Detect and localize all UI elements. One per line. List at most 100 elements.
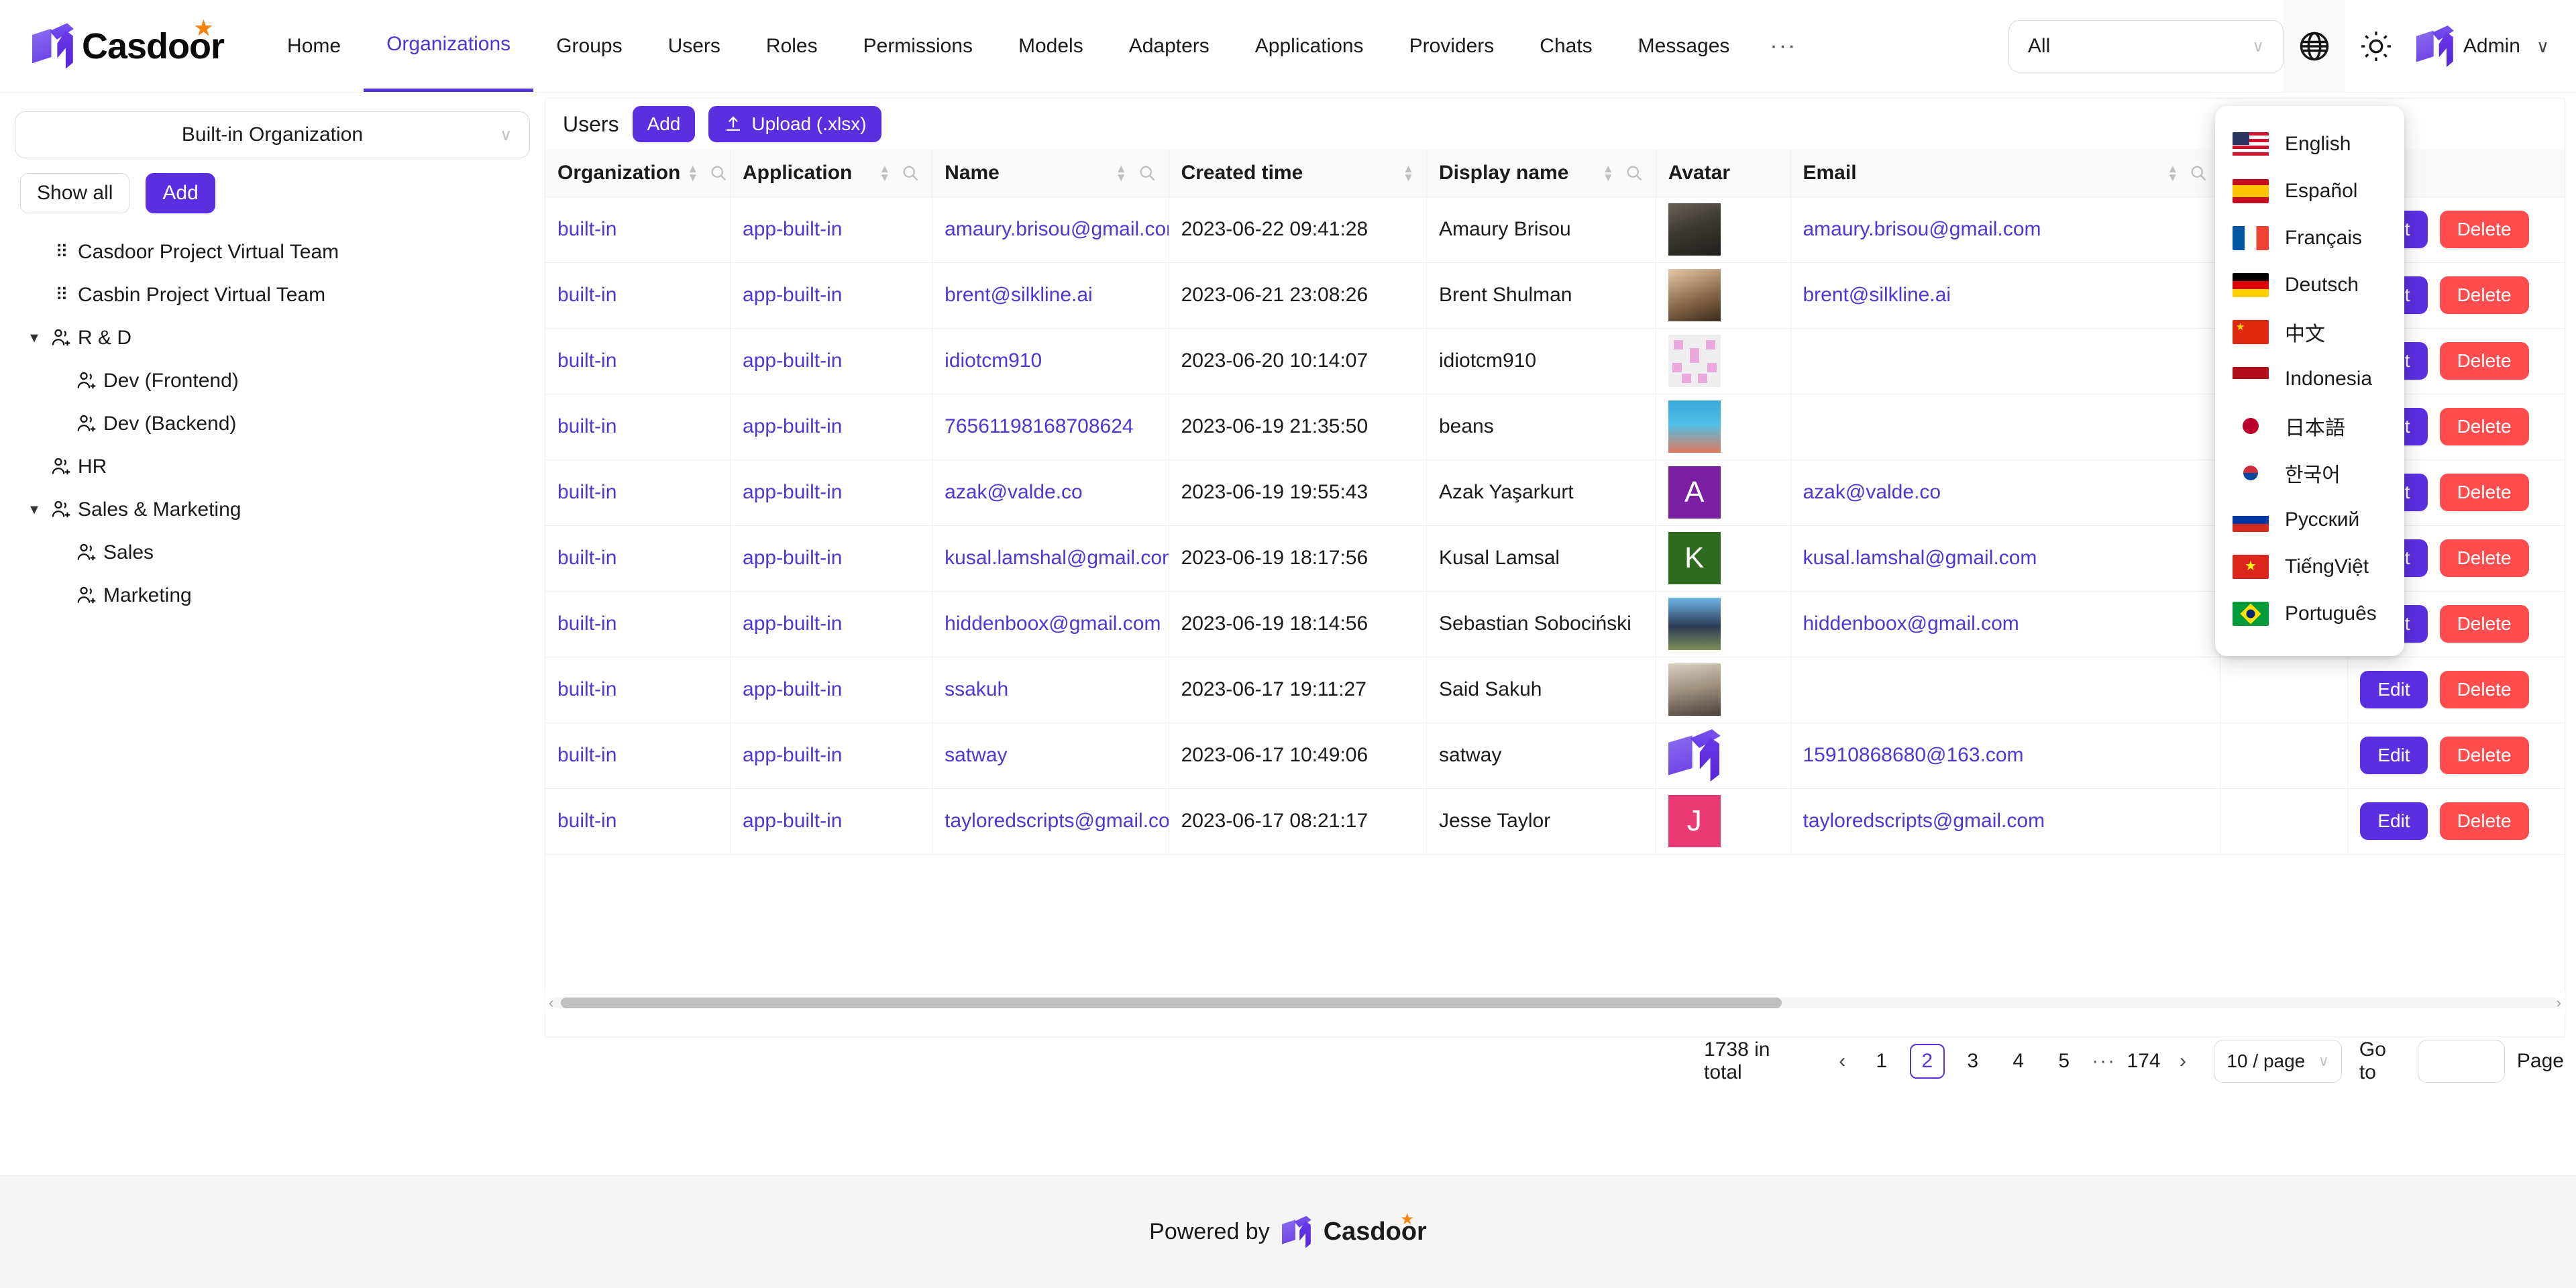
email-link[interactable]: kusal.lamshal@gmail.com bbox=[1803, 547, 2037, 569]
email-link[interactable]: hiddenboox@gmail.com bbox=[1803, 612, 2019, 635]
search-icon[interactable] bbox=[709, 164, 728, 182]
delete-button[interactable]: Delete bbox=[2439, 276, 2529, 314]
search-icon[interactable] bbox=[1625, 164, 1644, 182]
nav-item-providers[interactable]: Providers bbox=[1387, 1, 1517, 92]
user-name-link[interactable]: idiotcm910 bbox=[945, 350, 1042, 372]
organization-link[interactable]: built-in bbox=[557, 810, 616, 832]
user-name-link[interactable]: kusal.lamshal@gmail.com bbox=[945, 547, 1168, 569]
nav-item-messages[interactable]: Messages bbox=[1615, 1, 1753, 92]
column-header-avatar[interactable]: Avatar bbox=[1656, 150, 1791, 197]
delete-button[interactable]: Delete bbox=[2439, 605, 2529, 643]
delete-button[interactable]: Delete bbox=[2439, 802, 2529, 840]
nav-item-groups[interactable]: Groups bbox=[533, 1, 645, 92]
nav-overflow-button[interactable]: ··· bbox=[1752, 1, 1814, 92]
search-icon[interactable] bbox=[1138, 164, 1157, 182]
application-link[interactable]: app-built-in bbox=[743, 284, 842, 306]
application-link[interactable]: app-built-in bbox=[743, 810, 842, 832]
organization-link[interactable]: built-in bbox=[557, 612, 616, 635]
pagination-page-3[interactable]: 3 bbox=[1955, 1044, 1990, 1079]
delete-button[interactable]: Delete bbox=[2439, 737, 2529, 774]
language-menu-item[interactable]: 日本語 bbox=[2215, 402, 2404, 449]
language-menu-item[interactable]: 中文 bbox=[2215, 309, 2404, 356]
theme-toggle-button[interactable] bbox=[2345, 0, 2407, 93]
language-menu-item[interactable]: TiếngViệt bbox=[2215, 543, 2404, 590]
pagination-last-page[interactable]: 174 bbox=[2127, 1044, 2161, 1079]
organization-link[interactable]: built-in bbox=[557, 350, 616, 372]
application-link[interactable]: app-built-in bbox=[743, 547, 842, 569]
edit-button[interactable]: Edit bbox=[2360, 671, 2428, 708]
pagination-page-4[interactable]: 4 bbox=[2001, 1044, 2036, 1079]
language-menu-item[interactable]: 한국어 bbox=[2215, 449, 2404, 496]
email-link[interactable]: 15910868680@163.com bbox=[1803, 744, 2024, 766]
group-tree-item[interactable]: ▼HR bbox=[15, 445, 530, 488]
delete-button[interactable]: Delete bbox=[2439, 211, 2529, 248]
tree-expander-icon[interactable]: ▼ bbox=[21, 502, 47, 518]
edit-button[interactable]: Edit bbox=[2360, 802, 2428, 840]
user-name-link[interactable]: amaury.brisou@gmail.com bbox=[945, 218, 1168, 240]
organization-link[interactable]: built-in bbox=[557, 744, 616, 766]
sort-toggle-icon[interactable]: ▲▼ bbox=[1116, 163, 1127, 183]
language-menu-item[interactable]: Deutsch bbox=[2215, 262, 2404, 309]
table-horizontal-scrollbar[interactable]: ‹ › bbox=[545, 991, 2565, 1014]
user-name-link[interactable]: ssakuh bbox=[945, 678, 1008, 700]
organization-link[interactable]: built-in bbox=[557, 284, 616, 306]
group-tree-item[interactable]: ▼ R & D bbox=[15, 317, 530, 360]
scroll-right-arrow-icon[interactable]: › bbox=[2557, 994, 2561, 1012]
application-link[interactable]: app-built-in bbox=[743, 481, 842, 503]
nav-item-organizations[interactable]: Organizations bbox=[364, 1, 534, 92]
column-header-created-time[interactable]: Created time ▲ ▼ bbox=[1169, 150, 1428, 197]
group-tree-item[interactable]: ▼⠿Casbin Project Virtual Team bbox=[15, 274, 530, 317]
user-name-link[interactable]: tayloredscripts@gmail.com bbox=[945, 810, 1168, 832]
application-link[interactable]: app-built-in bbox=[743, 218, 842, 240]
pagination-ellipsis[interactable]: ··· bbox=[2087, 1050, 2121, 1073]
language-menu-item[interactable]: Русский bbox=[2215, 496, 2404, 543]
email-link[interactable]: brent@silkline.ai bbox=[1803, 284, 1951, 306]
sort-toggle-icon[interactable]: ▲▼ bbox=[1403, 163, 1414, 183]
language-menu-item[interactable]: Español bbox=[2215, 168, 2404, 215]
delete-button[interactable]: Delete bbox=[2439, 474, 2529, 511]
nav-item-permissions[interactable]: Permissions bbox=[841, 1, 996, 92]
email-link[interactable]: azak@valde.co bbox=[1803, 481, 1941, 503]
nav-item-users[interactable]: Users bbox=[645, 1, 743, 92]
delete-button[interactable]: Delete bbox=[2439, 539, 2529, 577]
user-name-link[interactable]: hiddenboox@gmail.com bbox=[945, 612, 1161, 635]
sort-toggle-icon[interactable]: ▲▼ bbox=[1603, 163, 1614, 183]
email-link[interactable]: tayloredscripts@gmail.com bbox=[1803, 810, 2045, 832]
search-icon[interactable] bbox=[2189, 164, 2208, 182]
group-tree-item[interactable]: ▼Dev (Backend) bbox=[15, 402, 530, 445]
column-header-email[interactable]: Email ▲ ▼ bbox=[1790, 150, 2221, 197]
user-name-link[interactable]: 76561198168708624 bbox=[945, 415, 1133, 437]
email-link[interactable]: amaury.brisou@gmail.com bbox=[1803, 218, 2041, 240]
nav-item-models[interactable]: Models bbox=[996, 1, 1106, 92]
column-header-application[interactable]: Application ▲ ▼ bbox=[730, 150, 933, 197]
pagination-page-2[interactable]: 2 bbox=[1909, 1044, 1945, 1079]
nav-item-applications[interactable]: Applications bbox=[1232, 1, 1387, 92]
tree-expander-icon[interactable]: ▼ bbox=[21, 331, 47, 346]
group-tree-item[interactable]: ▼⠿Casdoor Project Virtual Team bbox=[15, 231, 530, 274]
organization-link[interactable]: built-in bbox=[557, 415, 616, 437]
nav-item-home[interactable]: Home bbox=[264, 1, 364, 92]
nav-item-adapters[interactable]: Adapters bbox=[1106, 1, 1232, 92]
application-link[interactable]: app-built-in bbox=[743, 612, 842, 635]
edit-button[interactable]: Edit bbox=[2360, 737, 2428, 774]
organization-link[interactable]: built-in bbox=[557, 547, 616, 569]
organization-link[interactable]: built-in bbox=[557, 481, 616, 503]
column-header-name[interactable]: Name ▲ ▼ bbox=[932, 150, 1169, 197]
column-header-organization[interactable]: Organization ▲ ▼ bbox=[545, 150, 731, 197]
pagination-page-1[interactable]: 1 bbox=[1864, 1044, 1899, 1079]
group-tree-item[interactable]: ▼ Sales & Marketing bbox=[15, 488, 530, 531]
group-tree-item[interactable]: ▼Sales bbox=[15, 531, 530, 574]
organization-link[interactable]: built-in bbox=[557, 678, 616, 700]
nav-item-chats[interactable]: Chats bbox=[1517, 1, 1615, 92]
organization-select[interactable]: Built-in Organization ∨ bbox=[15, 111, 530, 158]
application-link[interactable]: app-built-in bbox=[743, 415, 842, 437]
application-link[interactable]: app-built-in bbox=[743, 744, 842, 766]
add-group-button[interactable]: Add bbox=[146, 173, 215, 213]
user-name-link[interactable]: azak@valde.co bbox=[945, 481, 1083, 503]
search-icon[interactable] bbox=[901, 164, 920, 182]
column-header-display-name[interactable]: Display name ▲ ▼ bbox=[1426, 150, 1656, 197]
nav-item-roles[interactable]: Roles bbox=[743, 1, 841, 92]
organization-link[interactable]: built-in bbox=[557, 218, 616, 240]
application-link[interactable]: app-built-in bbox=[743, 678, 842, 700]
delete-button[interactable]: Delete bbox=[2439, 408, 2529, 445]
